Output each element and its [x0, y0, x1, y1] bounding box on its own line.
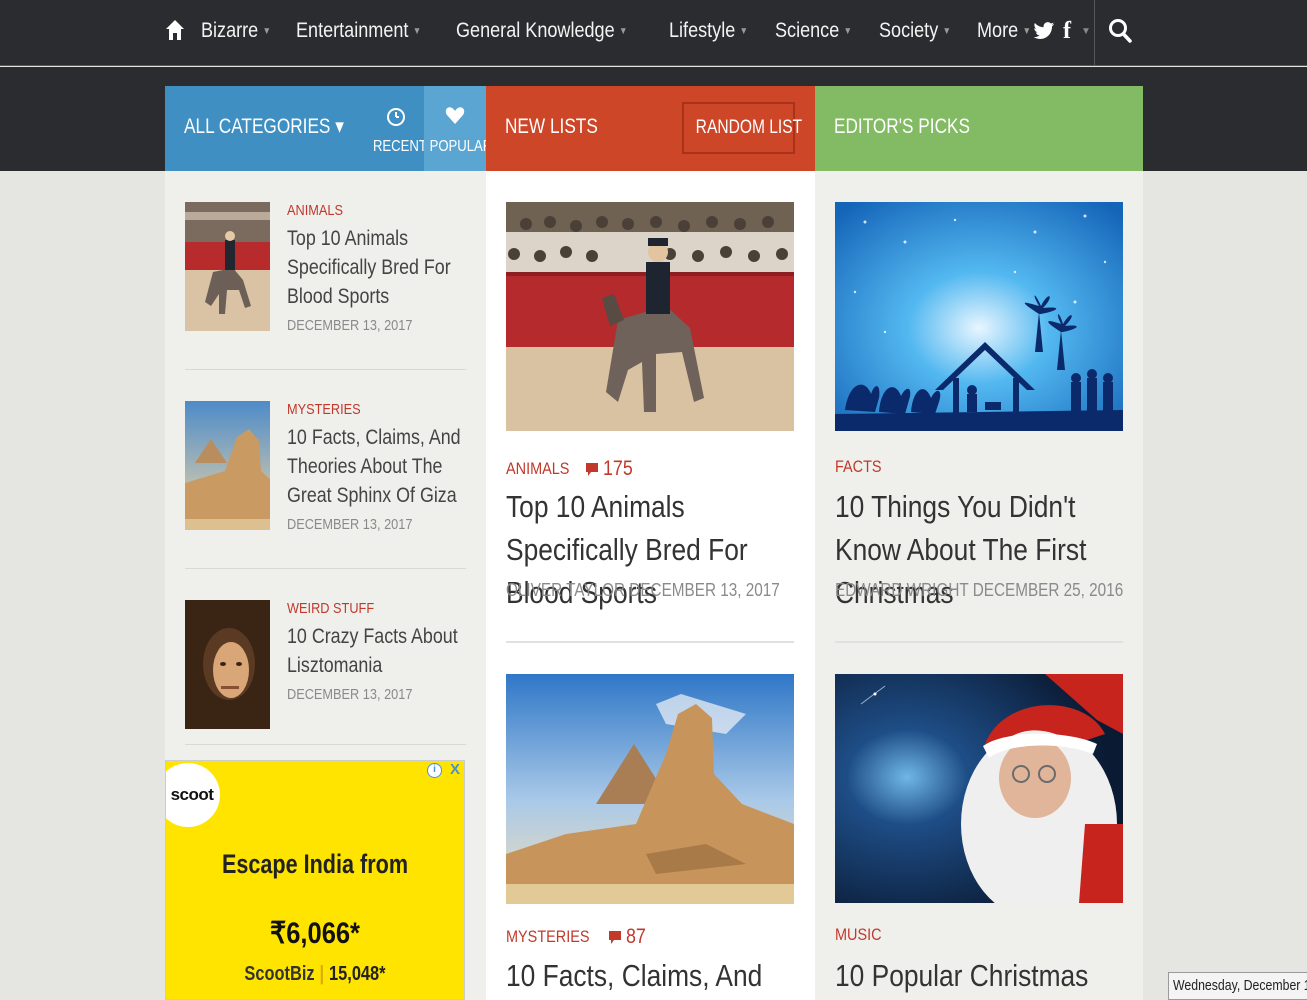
ad-headline: Escape India from [221, 849, 409, 879]
tab-all-categories-panel: ALL CATEGORIES ▾ RECENT POPULAR [165, 86, 493, 171]
nav-item-label: Entertainment [296, 19, 409, 42]
ad-sub-brand: ScootBiz [244, 963, 315, 985]
category-label[interactable]: WEIRD STUFF [287, 600, 444, 617]
comment-count[interactable]: 87 [626, 925, 646, 949]
comment-icon [609, 930, 622, 944]
ad-logo-text: scoot [170, 785, 214, 804]
article-meta: MUSIC [835, 925, 890, 945]
comment-count[interactable]: 175 [603, 457, 633, 481]
ad-price: ₹6,066* [270, 917, 360, 950]
chevron-down-icon: ▼ [942, 25, 952, 37]
tab-new-lists-panel: NEW LISTS RANDOM LIST [486, 86, 815, 171]
ad-subline: ScootBiz | 15,048* [193, 963, 437, 986]
list-item-date: DECEMBER 13, 2017 [287, 516, 413, 533]
random-list-button[interactable]: RANDOM LIST [682, 102, 802, 154]
chevron-down-icon: ▼ [413, 25, 422, 37]
chevron-down-icon: ▼ [843, 25, 853, 37]
chevron-down-icon: ▼ [740, 25, 749, 37]
comment-icon [585, 462, 598, 476]
article-title[interactable]: 10 Facts, Claims, And [506, 954, 795, 997]
list-item-date: DECEMBER 13, 2017 [287, 686, 413, 703]
nav-item-bizarre[interactable]: Bizarre ▼ [201, 19, 271, 43]
category-label[interactable]: MYSTERIES [506, 927, 590, 947]
tab-popular-label: POPULAR [429, 138, 493, 155]
nav-item-label: More [976, 19, 1018, 42]
divider [835, 641, 1123, 643]
home-icon[interactable] [165, 18, 185, 42]
divider [185, 369, 466, 370]
liszt-portrait-thumbnail[interactable] [185, 600, 270, 729]
nativity-image[interactable] [835, 202, 1123, 431]
social-links: f ▼ [1033, 14, 1091, 48]
ad-close-icon[interactable]: X [450, 761, 460, 778]
ad-info-icon[interactable]: i [427, 763, 442, 778]
nav-menu: Bizarre ▼ Entertainment ▼ General Knowledg… [165, 0, 1054, 62]
tab-editors-picks-panel: EDITOR'S PICKS [815, 86, 1143, 171]
ad-divider: | [319, 963, 325, 985]
tab-editors-picks[interactable]: EDITOR'S PICKS [834, 115, 970, 139]
nav-item-label: Bizarre [201, 19, 259, 42]
category-label[interactable]: ANIMALS [506, 459, 569, 479]
chevron-down-icon: ▼ [262, 25, 272, 37]
divider [506, 641, 794, 643]
nav-item-label: Lifestyle [669, 19, 736, 42]
article-byline: OLIVER TAYLOR DECEMBER 13, 2017 [506, 580, 780, 600]
ad-sub-price: 15,048* [329, 963, 386, 985]
heart-icon [445, 107, 465, 124]
list-item-title[interactable]: 10 Crazy Facts About Lisztomania [287, 622, 472, 680]
all-categories-dropdown[interactable]: ALL CATEGORIES ▾ [184, 114, 344, 139]
clock-icon [387, 108, 405, 126]
santa-image[interactable] [835, 674, 1123, 903]
nav-item-more[interactable]: More ▼ [977, 19, 1031, 43]
search-icon[interactable] [1108, 18, 1132, 44]
list-item-date: DECEMBER 13, 2017 [287, 317, 413, 334]
article-meta: FACTS [835, 457, 890, 477]
chevron-down-icon: ▼ [619, 25, 628, 37]
nav-item-label: Society [879, 19, 939, 42]
date-display: Wednesday, December 13 [1168, 972, 1307, 1000]
nav-item-general-knowledge[interactable]: General Knowledge ▼ [456, 19, 627, 43]
category-label[interactable]: MUSIC [835, 925, 882, 945]
nav-divider [1094, 0, 1095, 66]
nav-item-lifestyle[interactable]: Lifestyle ▼ [669, 19, 748, 43]
sphinx-thumbnail[interactable] [185, 401, 270, 530]
nav-item-label: Science [775, 19, 840, 42]
twitter-icon[interactable] [1033, 21, 1055, 41]
list-item-text: WEIRD STUFF 10 Crazy Facts About Lisztom… [287, 600, 472, 703]
article-title[interactable]: 10 Popular Christmas [835, 954, 1124, 997]
nav-item-society[interactable]: Society ▼ [879, 19, 951, 43]
editors-picks-column: FACTS 10 Things You Didn't Know About Th… [815, 171, 1143, 1000]
divider [185, 744, 466, 745]
horse-rider-thumbnail[interactable] [185, 202, 270, 331]
nav-item-entertainment[interactable]: Entertainment ▼ [296, 19, 421, 43]
scoot-logo: scoot [166, 763, 220, 827]
article-meta: ANIMALS 175 [506, 457, 638, 481]
horse-rider-image[interactable] [506, 202, 794, 431]
facebook-icon[interactable]: f [1063, 18, 1071, 45]
tab-recent-label: RECENT [372, 138, 427, 155]
list-item-title[interactable]: 10 Facts, Claims, And Theories About The… [287, 423, 472, 510]
advertisement-banner[interactable]: scoot i X Escape India from ₹6,066* Scoo… [165, 760, 465, 1000]
list-item-title[interactable]: Top 10 Animals Specifically Bred For Blo… [287, 224, 472, 311]
chevron-down-icon: ▼ [1022, 25, 1031, 37]
random-list-label: RANDOM LIST [695, 117, 803, 138]
tab-recent[interactable]: RECENT [368, 86, 427, 171]
date-text: Wednesday, December 13 [1173, 977, 1307, 994]
nav-item-label: General Knowledge [456, 19, 615, 42]
tab-popular[interactable]: POPULAR [424, 86, 493, 171]
category-label[interactable]: FACTS [835, 457, 882, 477]
article-byline: EDWARD WRIGHT DECEMBER 25, 2016 [835, 580, 1124, 600]
tab-new-lists[interactable]: NEW LISTS [505, 115, 598, 139]
divider [185, 568, 466, 569]
sphinx-image[interactable] [506, 674, 794, 904]
chevron-down-icon[interactable]: ▼ [1081, 26, 1091, 37]
list-item-text: MYSTERIES 10 Facts, Claims, And Theories… [287, 401, 472, 533]
article-meta: MYSTERIES 87 [506, 925, 650, 949]
new-lists-column: ANIMALS 175 Top 10 Animals Specifically … [486, 171, 815, 1000]
category-label[interactable]: MYSTERIES [287, 401, 444, 418]
nav-item-science[interactable]: Science ▼ [775, 19, 852, 43]
category-label[interactable]: ANIMALS [287, 202, 444, 219]
list-item-text: ANIMALS Top 10 Animals Specifically Bred… [287, 202, 472, 334]
top-navigation-bar: Bizarre ▼ Entertainment ▼ General Knowledg… [0, 0, 1307, 66]
